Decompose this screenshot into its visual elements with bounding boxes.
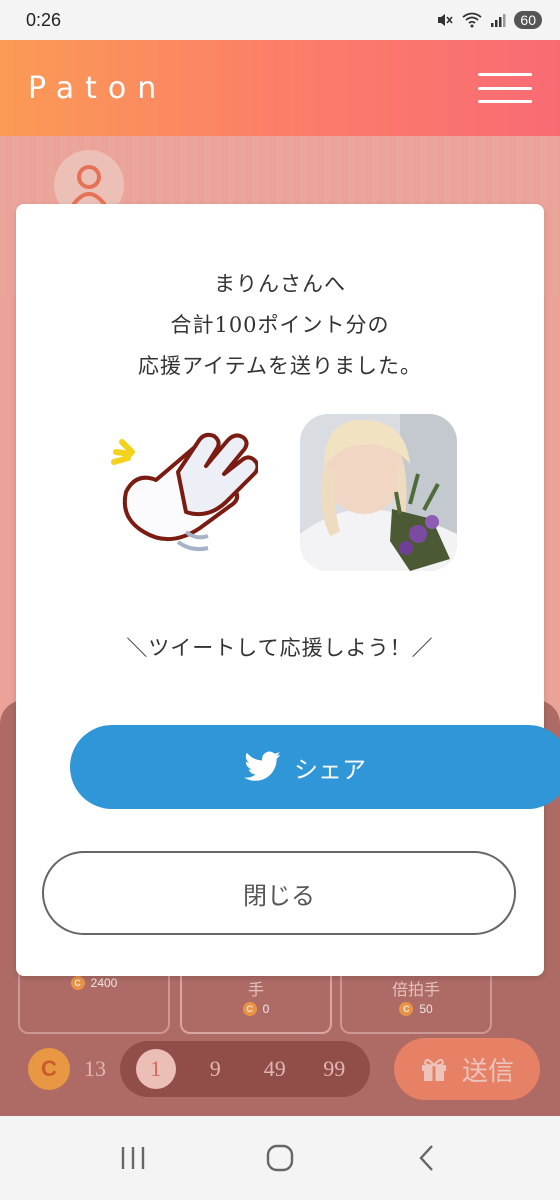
back-icon [419, 1145, 433, 1171]
wifi-icon [462, 12, 482, 28]
status-time: 0:26 [26, 9, 62, 30]
share-label: シェア [294, 755, 366, 784]
app-logo[interactable]: Paton [28, 71, 167, 106]
home-button[interactable] [250, 1133, 310, 1183]
signal-icon [491, 14, 506, 27]
message-line: 応援アイテムを送りました。 [138, 354, 422, 378]
menu-icon[interactable] [478, 73, 532, 103]
status-icons: 60 [436, 11, 542, 29]
clapping-hands-icon [111, 432, 258, 552]
battery-badge: 60 [514, 11, 542, 29]
back-button[interactable] [397, 1133, 457, 1183]
recipient-photo [300, 414, 457, 571]
recent-apps-icon [122, 1147, 145, 1169]
recipient-photo-image [300, 414, 457, 571]
recent-apps-button[interactable] [103, 1133, 163, 1183]
twitter-icon [244, 751, 281, 781]
system-nav-bar [0, 1116, 560, 1200]
support-sent-modal: まりんさんへ 合計100ポイント分の 応援アイテムを送りました。 ＼ツイートして… [16, 204, 560, 976]
app-header: Paton [0, 40, 560, 136]
message-line: まりんさんへ [214, 272, 346, 296]
message-line: 合計100ポイント分の [170, 313, 390, 337]
mute-icon [438, 14, 454, 26]
tweet-prompt: ＼ツイートして応援しよう！／ [126, 636, 434, 660]
close-button[interactable]: 閉じる [42, 851, 516, 935]
status-bar: 0:26 60 [0, 0, 560, 40]
modal-message: まりんさんへ 合計100ポイント分の 応援アイテムを送りました。 [16, 264, 544, 387]
home-icon [266, 1144, 294, 1172]
share-button[interactable]: シェア [70, 725, 560, 809]
